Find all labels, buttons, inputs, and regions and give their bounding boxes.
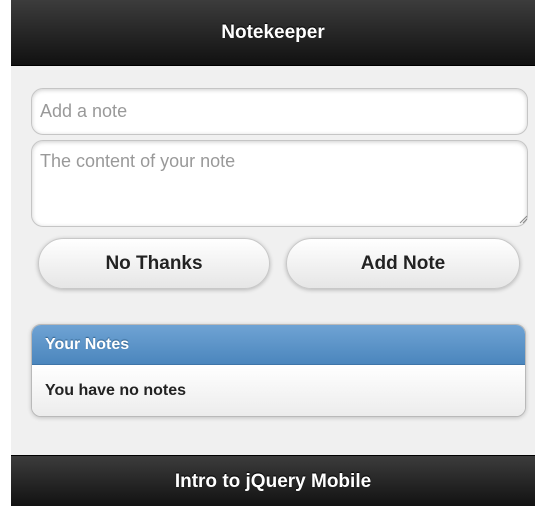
notes-list-divider: Your Notes <box>32 325 525 365</box>
note-content-textarea[interactable] <box>31 140 528 227</box>
notes-list: Your Notes You have no notes <box>31 324 526 417</box>
page-title: Notekeeper <box>221 21 325 43</box>
note-title-input[interactable] <box>31 88 528 135</box>
add-note-label: Add Note <box>360 252 446 274</box>
resize-handle-icon[interactable] <box>518 214 528 224</box>
add-note-button[interactable]: Add Note <box>286 238 520 289</box>
footer-title: Intro to jQuery Mobile <box>174 470 372 492</box>
list-item: You have no notes <box>32 365 525 416</box>
header-bar: Notekeeper <box>11 0 535 66</box>
no-thanks-button[interactable]: No Thanks <box>38 238 270 289</box>
app-page: Notekeeper No Thanks Add Note Your Notes… <box>11 0 535 506</box>
empty-notes-message: You have no notes <box>45 381 187 399</box>
content-area: No Thanks Add Note Your Notes You have n… <box>11 66 535 454</box>
no-thanks-label: No Thanks <box>105 252 203 274</box>
notes-divider-label: Your Notes <box>45 335 130 353</box>
footer-bar: Intro to jQuery Mobile <box>11 455 535 506</box>
